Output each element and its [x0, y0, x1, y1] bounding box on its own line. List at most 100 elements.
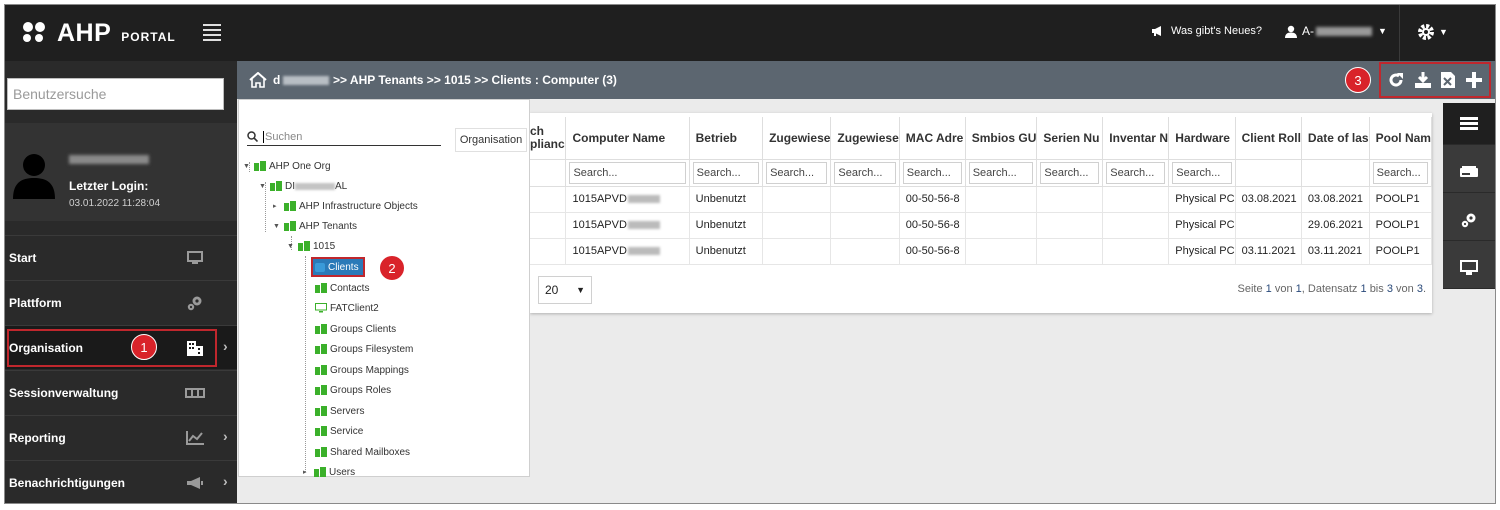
filter-input[interactable]: Search...	[1040, 161, 1100, 184]
tree-node-root[interactable]: ▼ AHP One Org	[243, 158, 331, 174]
betrieb-cell: Unbenutzt	[689, 238, 764, 265]
menu-toggle-icon[interactable]	[203, 24, 221, 41]
org-icon	[315, 426, 327, 436]
tree-node-1015[interactable]: ▼ 1015	[287, 238, 335, 254]
text-cursor	[263, 130, 264, 143]
filter-input[interactable]: Search...	[902, 161, 962, 184]
ahp-logo[interactable]: AHP PORTAL	[23, 19, 176, 47]
organisation-filter-button[interactable]: Organisation	[455, 128, 527, 152]
table-row[interactable]: 1015APVD Unbenutzt 00-50-56-8 Physical P…	[530, 186, 1433, 213]
add-icon[interactable]	[1465, 71, 1483, 89]
sessions-icon	[185, 384, 205, 402]
sidebar-item-label: Benachrichtigungen	[9, 476, 126, 490]
mac-cell: 00-50-56-8	[899, 212, 966, 239]
hardware-cell: Physical PC	[1168, 212, 1236, 239]
export-excel-icon[interactable]	[1440, 71, 1456, 89]
column-header[interactable]: Betrieb	[689, 117, 764, 160]
list-view-button[interactable]	[1443, 103, 1495, 145]
tree-node-di[interactable]: ▼ DI AL	[259, 178, 347, 194]
brand-portal: PORTAL	[121, 30, 176, 44]
sidebar-item-organisation[interactable]: Organisation › 1	[5, 325, 237, 369]
tree-node-label: Groups Roles	[330, 384, 392, 396]
table-row[interactable]: 1015APVD Unbenutzt 00-50-56-8 Physical P…	[530, 212, 1433, 239]
filter-input[interactable]: Search...	[569, 161, 686, 184]
home-icon[interactable]	[249, 72, 267, 88]
sidebar-item-plattform[interactable]: Plattform	[5, 280, 237, 324]
tree-node-label: Users	[329, 466, 356, 478]
filter-input[interactable]: Search...	[766, 161, 828, 184]
org-icon	[315, 385, 327, 395]
table-row[interactable]: 1015APVD Unbenutzt 00-50-56-8 Physical P…	[530, 238, 1433, 265]
tree-node-service[interactable]: Service	[315, 423, 363, 439]
filter-cell	[530, 159, 567, 187]
user-icon	[1285, 25, 1297, 38]
tree-node-users[interactable]: ▸ Users	[303, 464, 355, 480]
storage-view-button[interactable]	[1443, 151, 1495, 193]
tree-node-clients[interactable]: Clients	[311, 257, 365, 277]
filter-input[interactable]: Search...	[968, 161, 1034, 184]
column-header[interactable]: Inventar N	[1102, 117, 1170, 160]
filter-row: Search... Search... Search... Search... …	[530, 159, 1433, 187]
desktop-view-button[interactable]	[1443, 247, 1495, 289]
sidebar-item-label: Sessionverwaltung	[9, 386, 119, 400]
tree-node-servers[interactable]: Servers	[315, 403, 364, 419]
date-cell: 29.06.2021	[1301, 212, 1370, 239]
column-header[interactable]: Date of las	[1301, 117, 1370, 160]
user-profile: Letzter Login: 03.01.2022 11:28:04	[5, 123, 237, 221]
paging-number: 1	[1265, 283, 1272, 295]
monitor-icon	[185, 249, 205, 267]
column-header[interactable]: MAC Adre	[899, 117, 966, 160]
settings-menu[interactable]: ▼	[1417, 23, 1448, 41]
column-header[interactable]: Zugewiese	[762, 117, 832, 160]
sidebar-item-reporting[interactable]: Reporting ›	[5, 415, 237, 459]
tree-node-label: Groups Clients	[330, 323, 397, 335]
tree-search-input[interactable]: Suchen	[247, 128, 441, 146]
tree-node-tenants[interactable]: ▼ AHP Tenants	[273, 218, 357, 234]
column-header[interactable]: Hardware	[1168, 117, 1236, 160]
filter-input[interactable]: Search...	[1106, 161, 1166, 184]
tree-node-infra[interactable]: ▸ AHP Infrastructure Objects	[273, 198, 418, 214]
refresh-icon[interactable]	[1387, 71, 1405, 89]
filter-input[interactable]: Search...	[1172, 161, 1232, 184]
list-icon	[1460, 116, 1478, 130]
column-header[interactable]: Zugewiese	[830, 117, 900, 160]
column-header[interactable]: Smbios GU	[965, 117, 1038, 160]
computer-name: 1015APVD	[572, 245, 627, 257]
hdd-icon	[1460, 165, 1478, 177]
tree-node-label: Service	[330, 425, 364, 437]
breadcrumb-path[interactable]: >> AHP Tenants >> 1015 >> Clients : Comp…	[333, 73, 617, 87]
download-icon[interactable]	[1414, 71, 1432, 89]
sidebar-item-benachrichtigungen[interactable]: Benachrichtigungen ›	[5, 460, 237, 503]
org-icon	[298, 241, 310, 251]
column-header[interactable]: Computer Name	[565, 117, 690, 160]
settings-view-button[interactable]	[1443, 199, 1495, 241]
sidebar-item-start[interactable]: Start	[5, 235, 237, 279]
news-link[interactable]: Was gibt's Neues?	[1151, 25, 1262, 37]
empty-cell	[762, 238, 832, 265]
paging-text: , Datensatz	[1301, 283, 1358, 295]
column-header[interactable]: Pool Nam	[1369, 117, 1433, 160]
tree-node-groups-filesystem[interactable]: Groups Filesystem	[315, 341, 413, 357]
tree-node-groups-roles[interactable]: Groups Roles	[315, 382, 391, 398]
tree-node-label: AHP One Org	[269, 160, 331, 172]
filter-input[interactable]: Search...	[692, 161, 760, 184]
toolbar-actions	[1379, 62, 1491, 98]
sidebar-item-label: Reporting	[9, 431, 66, 445]
tree-node-fatclient[interactable]: FATClient2	[315, 300, 379, 316]
column-header[interactable]: Client Roll	[1235, 117, 1302, 160]
user-search-input[interactable]	[7, 78, 224, 110]
page-size-value: 20	[545, 283, 559, 297]
chart-icon	[185, 429, 205, 447]
sidebar-item-sessionverwaltung[interactable]: Sessionverwaltung	[5, 370, 237, 414]
tree-node-shared-mailboxes[interactable]: Shared Mailboxes	[315, 444, 410, 460]
column-header[interactable]: Serien Nu	[1036, 117, 1104, 160]
page-size-select[interactable]: 20 ▼	[538, 276, 592, 304]
tree-node-groups-mappings[interactable]: Groups Mappings	[315, 362, 409, 378]
column-header[interactable]: ch plianc	[530, 117, 567, 160]
tree-node-contacts[interactable]: Contacts	[315, 280, 369, 296]
filter-input[interactable]: Search...	[834, 161, 896, 184]
filter-input[interactable]: Search...	[1372, 161, 1428, 184]
breadcrumb-prefix[interactable]: d	[273, 73, 280, 87]
user-menu[interactable]: A- ▼	[1285, 24, 1387, 38]
tree-node-groups-clients[interactable]: Groups Clients	[315, 321, 396, 337]
